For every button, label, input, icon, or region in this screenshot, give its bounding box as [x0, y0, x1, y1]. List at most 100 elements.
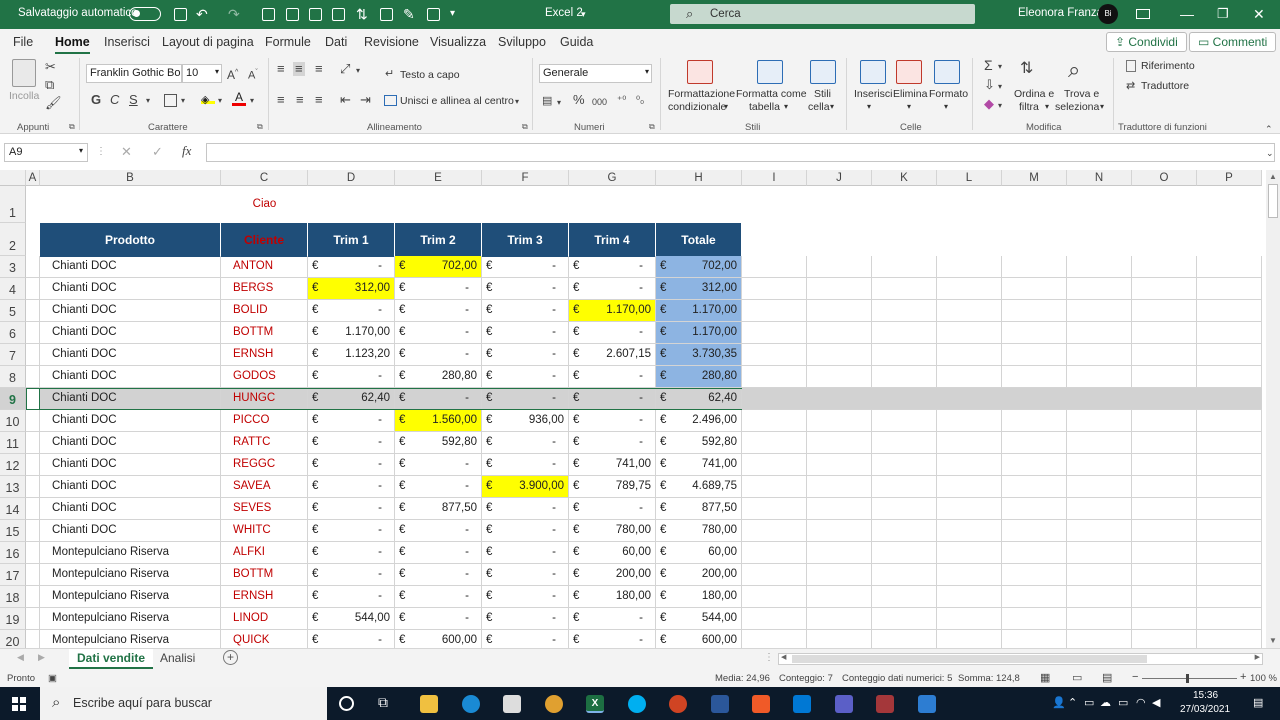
delete-cells-label[interactable]: Elimina — [893, 88, 927, 100]
quarter-cell[interactable]: € - — [482, 366, 569, 388]
cell[interactable] — [26, 630, 40, 648]
cell[interactable] — [1132, 388, 1197, 410]
cell[interactable] — [807, 542, 872, 564]
cell[interactable] — [1067, 322, 1132, 344]
cell[interactable] — [1067, 366, 1132, 388]
cell[interactable] — [26, 498, 40, 520]
access-icon[interactable] — [876, 695, 894, 713]
quarter-cell[interactable]: €780,00 — [569, 520, 656, 542]
normal-view-icon[interactable]: ▦ — [1040, 671, 1050, 684]
column-header-i[interactable]: I — [742, 170, 807, 186]
cell[interactable] — [1197, 344, 1262, 366]
cell[interactable] — [872, 322, 937, 344]
cell[interactable] — [26, 542, 40, 564]
quarter-cell[interactable]: € - — [569, 630, 656, 648]
row-header-15[interactable]: 15 — [0, 520, 26, 542]
tab-help[interactable]: Guida — [560, 35, 593, 49]
zoom-slider-thumb[interactable] — [1186, 674, 1189, 683]
client-cell[interactable]: SEVES — [221, 498, 308, 520]
orientation-icon[interactable]: ⤢ — [340, 62, 350, 76]
align-middle-icon[interactable]: ≡ — [293, 62, 305, 76]
cell[interactable] — [742, 476, 807, 498]
cell[interactable] — [1197, 586, 1262, 608]
cell[interactable] — [26, 520, 40, 542]
quarter-cell[interactable]: € - — [569, 410, 656, 432]
cell[interactable] — [1132, 278, 1197, 300]
cell[interactable] — [807, 388, 872, 410]
product-cell[interactable]: Chianti DOC — [40, 344, 221, 366]
cell[interactable] — [872, 432, 937, 454]
insert-cells-label[interactable]: Inserisci — [854, 88, 893, 100]
table-header-totale[interactable]: Totale — [656, 223, 742, 257]
cell[interactable] — [1002, 520, 1067, 542]
product-cell[interactable]: Chianti DOC — [40, 454, 221, 476]
column-header-n[interactable]: N — [1067, 170, 1132, 186]
cell[interactable] — [1197, 476, 1262, 498]
underline-button[interactable]: S — [129, 93, 138, 107]
quarter-cell[interactable]: € - — [395, 322, 482, 344]
quarter-cell[interactable]: €180,00 — [569, 586, 656, 608]
page-break-view-icon[interactable]: ▤ — [1102, 671, 1112, 684]
total-cell[interactable]: €877,50 — [656, 498, 742, 520]
quarter-cell[interactable]: € - — [482, 630, 569, 648]
prev-sheet-icon[interactable]: ◀ — [17, 652, 24, 663]
table-header-prodotto[interactable]: Prodotto — [40, 223, 221, 257]
cell[interactable] — [742, 542, 807, 564]
cell[interactable] — [26, 410, 40, 432]
zoom-out-icon[interactable]: − — [1132, 671, 1138, 683]
find-icon[interactable]: ⌕ — [1068, 58, 1080, 82]
decrease-decimal-icon[interactable]: ⁰₀ — [636, 94, 644, 108]
tab-review[interactable]: Revisione — [364, 35, 419, 49]
client-cell[interactable]: SAVEA — [221, 476, 308, 498]
cell[interactable] — [26, 366, 40, 388]
cell[interactable] — [26, 344, 40, 366]
table-header-trim-1[interactable]: Trim 1 — [308, 223, 395, 257]
macro-record-icon[interactable]: ▣ — [48, 673, 57, 684]
avatar[interactable]: Bi — [1098, 4, 1118, 24]
quarter-cell[interactable]: €1.123,20 — [308, 344, 395, 366]
font-name-select[interactable]: Franklin Gothic Boo — [86, 64, 182, 83]
document-icon[interactable] — [380, 8, 393, 21]
cell[interactable] — [937, 388, 1002, 410]
select-all-corner[interactable] — [0, 170, 26, 186]
chevron-down-icon[interactable]: ▾ — [724, 101, 728, 113]
cell[interactable] — [1197, 608, 1262, 630]
row-header-14[interactable]: 14 — [0, 498, 26, 520]
cell[interactable] — [937, 542, 1002, 564]
cell[interactable] — [26, 608, 40, 630]
row-header-7[interactable]: 7 — [0, 344, 26, 366]
cell[interactable] — [807, 630, 872, 648]
close-icon[interactable]: ✕ — [1253, 6, 1265, 23]
cell[interactable] — [937, 498, 1002, 520]
cell[interactable] — [1067, 300, 1132, 322]
zoom-level[interactable]: 100 % — [1250, 673, 1277, 684]
cell[interactable] — [872, 564, 937, 586]
vertical-scrollbar[interactable]: ▲ ▼ — [1266, 170, 1280, 648]
cell[interactable] — [807, 520, 872, 542]
copy-icon[interactable]: ⧉ — [45, 78, 54, 92]
quarter-cell[interactable]: € - — [308, 498, 395, 520]
quarter-cell[interactable]: € - — [482, 300, 569, 322]
quarter-cell[interactable]: € - — [395, 586, 482, 608]
edge-icon[interactable] — [462, 695, 480, 713]
sort-filter-label-1[interactable]: Ordina e — [1014, 88, 1054, 100]
client-cell[interactable]: BOLID — [221, 300, 308, 322]
row-header-19[interactable]: 19 — [0, 608, 26, 630]
insert-function-button[interactable]: fx — [182, 144, 191, 158]
form-icon[interactable] — [262, 8, 275, 21]
horizontal-scrollbar[interactable]: ◀ ▶ — [778, 653, 1263, 665]
tab-home[interactable]: Home — [55, 35, 90, 55]
client-cell[interactable]: QUICK — [221, 630, 308, 648]
cell[interactable] — [1132, 432, 1197, 454]
quarter-cell[interactable]: € - — [482, 608, 569, 630]
row-header-8[interactable]: 8 — [0, 366, 26, 388]
product-cell[interactable]: Montepulciano Riserva — [40, 608, 221, 630]
cell[interactable] — [1197, 300, 1262, 322]
align-left-icon[interactable]: ≡ — [277, 93, 285, 107]
conditional-formatting-label-1[interactable]: Formattazione — [668, 88, 735, 100]
cell[interactable] — [872, 256, 937, 278]
cell[interactable] — [1132, 410, 1197, 432]
cell[interactable] — [1197, 564, 1262, 586]
clock-time[interactable]: 15:36 — [1193, 690, 1218, 701]
cell[interactable] — [742, 278, 807, 300]
